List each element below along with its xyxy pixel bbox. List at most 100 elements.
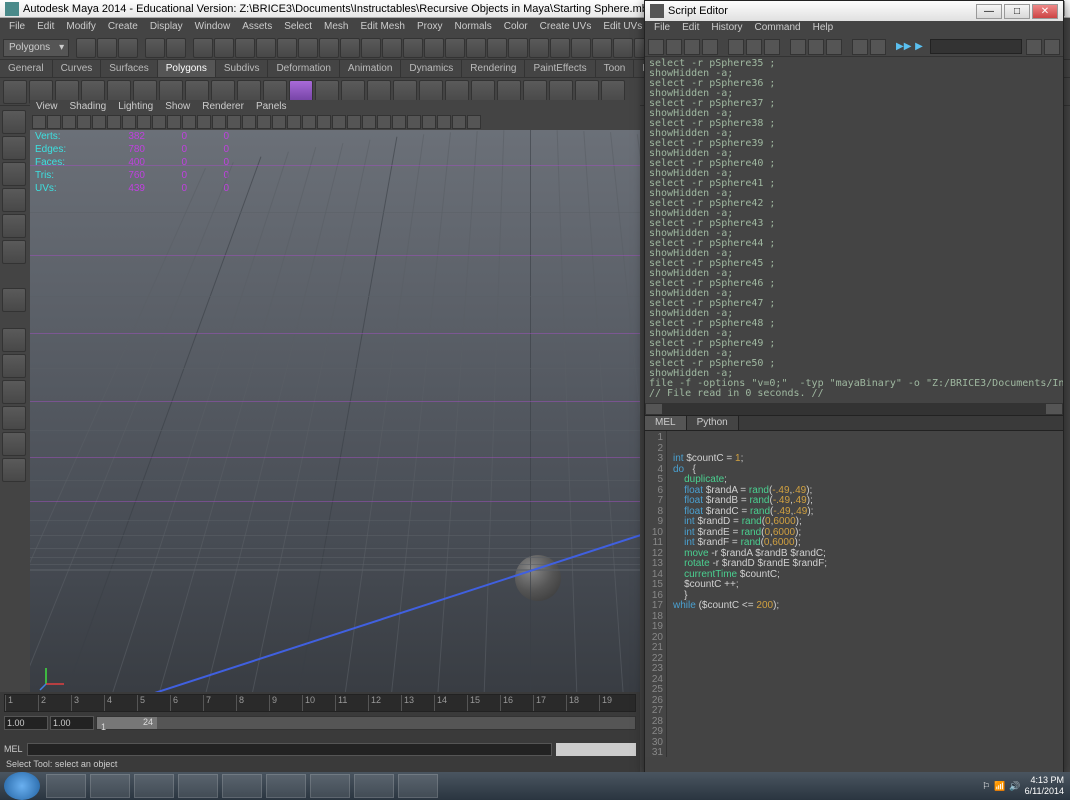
lasso-tool-icon[interactable] [2, 136, 26, 160]
se-menu-command[interactable]: Command [748, 21, 806, 37]
menu-display[interactable]: Display [144, 18, 189, 36]
menu-color[interactable]: Color [498, 18, 534, 36]
vp-btn-7[interactable] [137, 115, 151, 129]
vp-menu-view[interactable]: View [30, 100, 64, 114]
vp-btn-9[interactable] [167, 115, 181, 129]
range-slider[interactable]: 1 24 [96, 716, 636, 730]
status-btn-18[interactable] [571, 38, 591, 58]
shelf-tab-rendering[interactable]: Rendering [462, 60, 525, 77]
vp-btn-26[interactable] [422, 115, 436, 129]
shelf-tab-dynamics[interactable]: Dynamics [401, 60, 462, 77]
manip-tool-icon[interactable] [2, 288, 26, 312]
menu-window[interactable]: Window [189, 18, 237, 36]
vp-menu-lighting[interactable]: Lighting [112, 100, 159, 114]
se-clear-all-icon[interactable] [764, 39, 780, 55]
status-btn-1[interactable] [214, 38, 234, 58]
status-btn-11[interactable] [424, 38, 444, 58]
se-search-input[interactable] [930, 39, 1022, 54]
shelf-tab-surfaces[interactable]: Surfaces [101, 60, 157, 77]
se-echo-icon[interactable] [852, 39, 868, 55]
vp-btn-2[interactable] [62, 115, 76, 129]
task-photoshop-icon[interactable] [398, 774, 438, 798]
vp-btn-5[interactable] [107, 115, 121, 129]
status-btn-5[interactable] [298, 38, 318, 58]
layout-outliner-icon[interactable] [2, 432, 26, 456]
vp-btn-20[interactable] [332, 115, 346, 129]
menu-mesh[interactable]: Mesh [318, 18, 354, 36]
task-media-icon[interactable] [134, 774, 174, 798]
menu-edit[interactable]: Edit [31, 18, 60, 36]
status-btn-3[interactable] [256, 38, 276, 58]
start-button[interactable] [4, 772, 40, 800]
layout-two-icon[interactable] [2, 380, 26, 404]
scroll-left-icon[interactable] [645, 403, 663, 415]
status-btn-13[interactable] [466, 38, 486, 58]
task-outlook-icon[interactable] [266, 774, 306, 798]
script-input-pane[interactable]: 1234567891011121314151617181920212223242… [645, 431, 1063, 757]
shelf-tab-general[interactable]: General [0, 60, 53, 77]
se-both-icon[interactable] [826, 39, 842, 55]
vp-btn-15[interactable] [257, 115, 271, 129]
shelf-tab-subdivs[interactable]: Subdivs [216, 60, 269, 77]
status-btn-8[interactable] [361, 38, 381, 58]
system-tray[interactable]: ⚐ 📶 🔊 4:13 PM 6/11/2014 [982, 775, 1070, 797]
vp-menu-renderer[interactable]: Renderer [196, 100, 250, 114]
shelf-tab-painteffects[interactable]: PaintEffects [525, 60, 595, 77]
se-menu-edit[interactable]: Edit [676, 21, 705, 37]
script-editor-titlebar[interactable]: Script Editor — □ ✕ [645, 1, 1063, 21]
status-btn-14[interactable] [487, 38, 507, 58]
persp-viewport[interactable]: Verts:38200Edges:78000Faces:40000Tris:76… [30, 130, 640, 700]
vp-btn-3[interactable] [77, 115, 91, 129]
new-scene-icon[interactable] [76, 38, 96, 58]
se-tab-python[interactable]: Python [687, 416, 739, 430]
status-btn-12[interactable] [445, 38, 465, 58]
tray-flag-icon[interactable]: ⚐ [982, 781, 990, 792]
vp-btn-4[interactable] [92, 115, 106, 129]
vp-btn-11[interactable] [197, 115, 211, 129]
layout-graph-icon[interactable] [2, 458, 26, 482]
menu-modify[interactable]: Modify [60, 18, 101, 36]
menu-create-uvs[interactable]: Create UVs [534, 18, 598, 36]
se-open-icon[interactable] [648, 39, 664, 55]
se-minimize-button[interactable]: — [976, 4, 1002, 19]
menu-create[interactable]: Create [102, 18, 144, 36]
shelf-tab-curves[interactable]: Curves [53, 60, 102, 77]
menu-edit-mesh[interactable]: Edit Mesh [354, 18, 410, 36]
redo-icon[interactable] [166, 38, 186, 58]
menu-assets[interactable]: Assets [236, 18, 278, 36]
shelf-btn-0[interactable] [3, 80, 27, 104]
menu-proxy[interactable]: Proxy [411, 18, 449, 36]
se-close-button[interactable]: ✕ [1032, 4, 1058, 19]
status-btn-10[interactable] [403, 38, 423, 58]
menu-edit-uvs[interactable]: Edit UVs [597, 18, 648, 36]
status-btn-20[interactable] [613, 38, 633, 58]
vp-btn-19[interactable] [317, 115, 331, 129]
status-btn-16[interactable] [529, 38, 549, 58]
se-maximize-button[interactable]: □ [1004, 4, 1030, 19]
timeline-track[interactable]: 12345678910111213141516171819 [4, 694, 636, 712]
se-history-icon[interactable] [790, 39, 806, 55]
status-btn-15[interactable] [508, 38, 528, 58]
vp-menu-panels[interactable]: Panels [250, 100, 293, 114]
open-scene-icon[interactable] [97, 38, 117, 58]
script-history-pane[interactable]: select -r pSphere35 ; showHidden -a; sel… [645, 57, 1063, 403]
vp-btn-22[interactable] [362, 115, 376, 129]
tray-volume-icon[interactable]: 🔊 [1009, 781, 1020, 792]
vp-btn-23[interactable] [377, 115, 391, 129]
se-goto-icon[interactable] [1026, 39, 1042, 55]
status-btn-19[interactable] [592, 38, 612, 58]
shelf-tab-deformation[interactable]: Deformation [268, 60, 339, 77]
execute-all-icon[interactable]: ▶▶ [896, 41, 910, 52]
se-input-icon[interactable] [808, 39, 824, 55]
save-scene-icon[interactable] [118, 38, 138, 58]
layout-single-icon[interactable] [2, 328, 26, 352]
menu-select[interactable]: Select [278, 18, 318, 36]
se-find-icon[interactable] [1044, 39, 1060, 55]
shelf-tab-animation[interactable]: Animation [340, 60, 401, 77]
vp-btn-12[interactable] [212, 115, 226, 129]
se-source-icon[interactable] [666, 39, 682, 55]
task-app-icon[interactable] [310, 774, 350, 798]
range-start-field[interactable] [4, 716, 48, 730]
se-tab-mel[interactable]: MEL [645, 416, 687, 430]
execute-icon[interactable]: ▶ [912, 41, 926, 52]
